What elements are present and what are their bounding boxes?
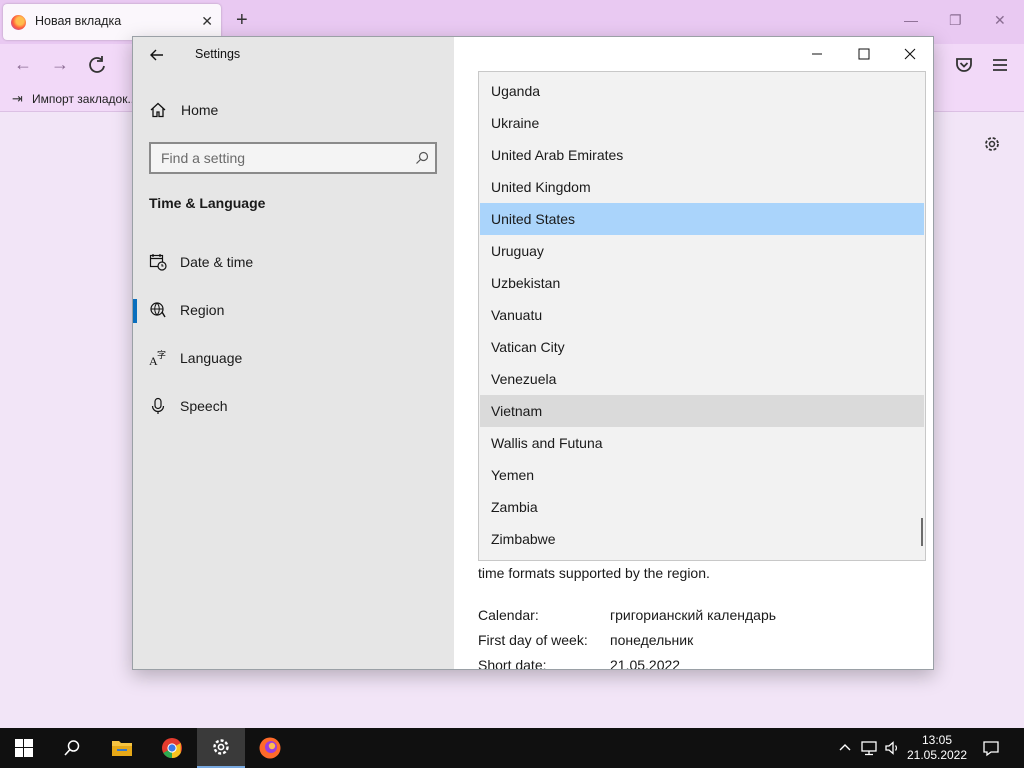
svg-text:字: 字 <box>157 349 166 361</box>
browser-close-button[interactable]: ✕ <box>994 12 1006 29</box>
list-item[interactable]: United Kingdom <box>480 171 924 203</box>
region-format-description: time formats supported by the region. <box>478 565 710 581</box>
browser-restore-button[interactable]: ❐ <box>949 12 962 29</box>
sidebar-item-language[interactable]: A 字 Language <box>133 339 454 379</box>
new-tab-button[interactable]: + <box>236 10 248 30</box>
notification-icon[interactable] <box>982 739 1000 757</box>
taskbar-settings[interactable] <box>197 728 245 768</box>
sidebar-item-label: Region <box>180 302 225 318</box>
search-placeholder: Find a setting <box>161 150 246 166</box>
country-region-dropdown-list[interactable]: Uganda Ukraine United Arab Emirates Unit… <box>478 71 926 561</box>
calendar-clock-icon <box>149 254 167 271</box>
minimize-icon <box>812 53 822 55</box>
list-item[interactable]: Vatican City <box>480 331 924 363</box>
close-button[interactable] <box>887 43 933 65</box>
list-item[interactable]: Uruguay <box>480 235 924 267</box>
sidebar-item-speech[interactable]: Speech <box>133 387 454 427</box>
list-item[interactable]: Uzbekistan <box>480 267 924 299</box>
clock-date: 21.05.2022 <box>906 748 968 762</box>
section-title: Time & Language <box>149 195 266 211</box>
calendar-label: Calendar: <box>478 607 539 623</box>
close-icon <box>904 48 916 60</box>
close-tab-icon[interactable]: ✕ <box>201 13 213 30</box>
short-date-value: 21.05.2022 <box>610 657 681 670</box>
settings-window: Settings Home Find a setting Time & Lang… <box>132 36 934 670</box>
import-bookmarks-link[interactable]: Импорт закладок... <box>32 92 137 106</box>
sidebar-item-label: Language <box>180 350 243 366</box>
start-button[interactable] <box>0 728 48 768</box>
sidebar-item-home[interactable]: Home <box>133 93 454 129</box>
search-icon <box>416 151 429 164</box>
firefox-icon <box>259 737 281 759</box>
language-icon: A 字 <box>149 349 166 367</box>
firefox-icon <box>11 15 26 30</box>
page-settings-gear-icon[interactable] <box>982 134 1002 154</box>
first-day-label: First day of week: <box>478 632 588 648</box>
back-arrow-icon[interactable]: ← <box>14 54 32 75</box>
taskbar-firefox[interactable] <box>246 728 294 768</box>
forward-arrow-icon[interactable]: → <box>51 54 69 75</box>
maximize-button[interactable] <box>841 43 887 65</box>
scrollbar-thumb[interactable] <box>921 518 923 546</box>
list-item[interactable]: Uganda <box>480 75 924 107</box>
list-item[interactable]: Zambia <box>480 491 924 523</box>
folder-icon <box>112 741 132 756</box>
microphone-icon <box>151 397 165 414</box>
list-item[interactable]: Vanuatu <box>480 299 924 331</box>
minimize-button[interactable] <box>794 43 840 65</box>
import-icon: ⇥ <box>12 91 23 106</box>
back-arrow-icon[interactable] <box>147 45 167 65</box>
pocket-icon[interactable] <box>953 54 975 76</box>
taskbar-chrome[interactable] <box>148 728 196 768</box>
sidebar-item-label: Date & time <box>180 254 254 270</box>
list-item[interactable]: Yemen <box>480 459 924 491</box>
taskbar-search-button[interactable] <box>48 728 96 768</box>
taskbar: 13:05 21.05.2022 <box>0 728 1024 768</box>
sidebar-item-region[interactable]: Region <box>133 291 454 331</box>
taskbar-clock[interactable]: 13:05 21.05.2022 <box>902 733 972 763</box>
window-title: Settings <box>195 47 241 61</box>
search-icon <box>64 740 80 756</box>
region-content-pane: Uganda Ukraine United Arab Emirates Unit… <box>454 37 933 669</box>
browser-minimize-button[interactable]: — <box>904 12 918 28</box>
first-day-value: понедельник <box>610 632 694 648</box>
list-item-selected[interactable]: United States <box>480 203 924 235</box>
chrome-icon <box>162 738 182 759</box>
maximize-icon <box>858 48 870 60</box>
clock-time: 13:05 <box>921 733 953 747</box>
list-item[interactable]: Venezuela <box>480 363 924 395</box>
reload-icon[interactable] <box>86 54 108 76</box>
short-date-label: Short date: <box>478 657 547 670</box>
list-item[interactable]: Zimbabwe <box>480 523 924 555</box>
sidebar-item-date-time[interactable]: Date & time <box>133 243 454 283</box>
calendar-value: григорианский календарь <box>610 607 777 623</box>
list-item-hovered[interactable]: Vietnam <box>480 395 924 427</box>
globe-icon <box>150 302 166 318</box>
settings-sidebar: Settings Home Find a setting Time & Lang… <box>133 37 454 669</box>
taskbar-file-explorer[interactable] <box>98 728 146 768</box>
list-item[interactable]: Ukraine <box>480 107 924 139</box>
browser-tab-title: Новая вкладка <box>35 14 122 28</box>
selection-indicator <box>133 299 137 323</box>
network-icon[interactable] <box>860 739 878 757</box>
list-item[interactable]: Wallis and Futuna <box>480 427 924 459</box>
home-icon <box>150 102 166 118</box>
sidebar-item-label: Speech <box>180 398 228 414</box>
chevron-up-icon[interactable] <box>836 739 854 757</box>
windows-logo-icon <box>15 739 33 757</box>
menu-icon[interactable] <box>989 54 1011 76</box>
volume-icon[interactable] <box>884 739 902 757</box>
list-item[interactable]: United Arab Emirates <box>480 139 924 171</box>
sidebar-item-label: Home <box>181 102 219 118</box>
find-setting-search-input[interactable]: Find a setting <box>149 142 437 174</box>
gear-icon <box>213 739 229 755</box>
browser-tab[interactable]: Новая вкладка ✕ <box>3 4 221 40</box>
